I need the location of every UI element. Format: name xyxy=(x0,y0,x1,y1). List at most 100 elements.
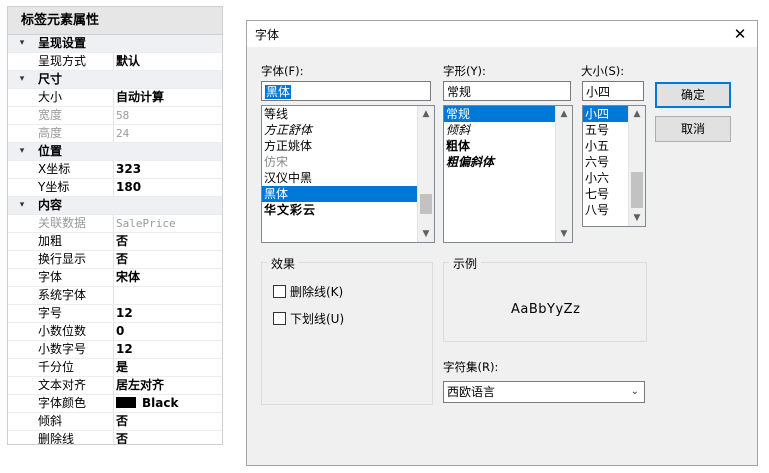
chevron-down-icon[interactable]: ▾ xyxy=(16,143,28,160)
properties-panel: 标签元素属性 ▾ 呈现设置 呈现方式 默认 ▾ 尺寸 大小 自动计算 宽度 58… xyxy=(7,6,223,445)
property-row[interactable]: 删除线 否 xyxy=(8,431,222,445)
property-row[interactable]: 换行显示 否 xyxy=(8,251,222,269)
property-value[interactable]: 自动计算 xyxy=(116,89,218,106)
list-item[interactable]: 方正舒体 xyxy=(262,122,434,138)
property-row[interactable]: 倾斜 否 xyxy=(8,413,222,431)
scroll-thumb[interactable] xyxy=(631,172,643,208)
category-size[interactable]: ▾ 尺寸 xyxy=(8,71,222,89)
property-value[interactable]: 默认 xyxy=(116,53,218,70)
property-value: 24 xyxy=(116,127,130,140)
cancel-button[interactable]: 取消 xyxy=(655,116,731,142)
sample-text: AaBbYyZz xyxy=(511,302,581,317)
property-row[interactable]: 大小 自动计算 xyxy=(8,89,222,107)
size-label: 大小(S): xyxy=(581,64,625,78)
property-value[interactable]: 否 xyxy=(116,251,218,268)
chevron-down-icon[interactable]: ▾ xyxy=(16,197,28,214)
scroll-up-icon[interactable]: ▲ xyxy=(418,106,434,122)
style-list-scrollbar[interactable]: ▲ ▼ xyxy=(555,106,572,242)
property-row[interactable]: 千分位 是 xyxy=(8,359,222,377)
panel-title: 标签元素属性 xyxy=(8,7,222,35)
style-list[interactable]: 常规 倾斜 粗体 粗偏斜体 ▲ ▼ xyxy=(443,105,573,243)
property-row[interactable]: 系统字体 xyxy=(8,287,222,305)
property-key: 字体 xyxy=(38,270,63,284)
property-value[interactable]: Black xyxy=(116,395,218,412)
list-item[interactable]: 等线 xyxy=(262,106,434,122)
list-item[interactable]: 粗偏斜体 xyxy=(444,154,572,170)
close-icon[interactable]: ✕ xyxy=(723,21,757,47)
scroll-down-icon[interactable]: ▼ xyxy=(418,226,434,242)
list-item[interactable]: 华文彩云 xyxy=(262,202,434,218)
property-row[interactable]: 字体 宋体 xyxy=(8,269,222,287)
chevron-down-icon[interactable]: ▾ xyxy=(16,35,28,52)
size-list-scrollbar[interactable]: ▲ ▼ xyxy=(628,106,645,226)
property-key: 千分位 xyxy=(38,360,75,374)
property-key: 删除线 xyxy=(38,432,75,445)
scroll-up-icon[interactable]: ▲ xyxy=(629,106,645,122)
category-label: 呈现设置 xyxy=(38,36,87,50)
property-value[interactable]: 12 xyxy=(116,305,218,322)
property-value[interactable]: 否 xyxy=(116,233,218,250)
property-row[interactable]: X坐标 323 xyxy=(8,161,222,179)
category-position[interactable]: ▾ 位置 xyxy=(8,143,222,161)
list-item[interactable]: 粗体 xyxy=(444,138,572,154)
property-value[interactable]: 323 xyxy=(116,161,218,178)
property-row[interactable]: 字体颜色 Black xyxy=(8,395,222,413)
list-item[interactable]: 仿宋 xyxy=(262,154,434,170)
size-input[interactable]: 小四 xyxy=(582,81,644,101)
checkbox-box[interactable] xyxy=(273,285,286,298)
property-row[interactable]: 字号 12 xyxy=(8,305,222,323)
category-content[interactable]: ▾ 内容 xyxy=(8,197,222,215)
scroll-down-icon[interactable]: ▼ xyxy=(556,226,572,242)
scroll-thumb[interactable] xyxy=(420,194,432,214)
property-value[interactable]: 宋体 xyxy=(116,269,218,286)
charset-select[interactable]: 西欧语言 ⌄ xyxy=(443,381,645,403)
property-value[interactable]: 12 xyxy=(116,341,218,358)
category-label: 位置 xyxy=(38,144,63,158)
property-key: 倾斜 xyxy=(38,414,63,428)
property-row[interactable]: 加粗 否 xyxy=(8,233,222,251)
property-value[interactable]: 0 xyxy=(116,323,218,340)
property-row: 宽度 58 xyxy=(8,107,222,125)
charset-value: 西欧语言 xyxy=(447,385,496,399)
property-value[interactable]: 180 xyxy=(116,179,218,196)
font-list-scrollbar[interactable]: ▲ ▼ xyxy=(417,106,434,242)
property-value[interactable]: 否 xyxy=(116,431,218,444)
dialog-titlebar[interactable]: 字体 ✕ xyxy=(247,21,757,47)
property-row[interactable]: Y坐标 180 xyxy=(8,179,222,197)
property-value[interactable]: 是 xyxy=(116,359,218,376)
size-input-value: 小四 xyxy=(586,85,611,99)
property-key: 字体颜色 xyxy=(38,396,87,410)
property-value[interactable]: 否 xyxy=(116,413,218,430)
font-input[interactable]: 黑体 xyxy=(261,81,431,101)
list-item[interactable]: 方正姚体 xyxy=(262,138,434,154)
property-row[interactable]: 呈现方式 默认 xyxy=(8,53,222,71)
chevron-down-icon[interactable]: ⌄ xyxy=(631,382,639,402)
checkbox-box[interactable] xyxy=(273,312,286,325)
style-input[interactable]: 常规 xyxy=(443,81,571,101)
list-item[interactable]: 倾斜 xyxy=(444,122,572,138)
list-item[interactable]: 汉仪中黑 xyxy=(262,170,434,186)
property-row[interactable]: 文本对齐 居左对齐 xyxy=(8,377,222,395)
scroll-down-icon[interactable]: ▼ xyxy=(629,210,645,226)
size-list[interactable]: 小四 五号 小五 六号 小六 七号 八号 ▲ ▼ xyxy=(582,105,646,227)
font-dialog: 字体 ✕ 字体(F): 黑体 等线 方正舒体 方正姚体 仿宋 汉仪中黑 黑体 华… xyxy=(246,20,758,466)
underline-checkbox[interactable]: 下划线(U) xyxy=(273,312,344,326)
strikeout-checkbox[interactable]: 删除线(K) xyxy=(273,285,343,299)
property-key: 字号 xyxy=(38,306,63,320)
list-item-selected[interactable]: 常规 xyxy=(444,106,572,122)
color-name: Black xyxy=(142,396,179,410)
scroll-up-icon[interactable]: ▲ xyxy=(556,106,572,122)
category-presentation[interactable]: ▾ 呈现设置 xyxy=(8,35,222,53)
list-item-selected[interactable]: 黑体 xyxy=(262,186,434,202)
property-row[interactable]: 小数位数 0 xyxy=(8,323,222,341)
property-value[interactable]: 居左对齐 xyxy=(116,377,218,394)
property-row: 高度 24 xyxy=(8,125,222,143)
font-list[interactable]: 等线 方正舒体 方正姚体 仿宋 汉仪中黑 黑体 华文彩云 ▲ ▼ xyxy=(261,105,435,243)
underline-label: 下划线(U) xyxy=(290,312,345,326)
chevron-down-icon[interactable]: ▾ xyxy=(16,71,28,88)
list-item-selected[interactable]: 小四 xyxy=(583,106,628,122)
ok-button[interactable]: 确定 xyxy=(655,82,731,108)
style-label: 字形(Y): xyxy=(443,64,486,78)
style-input-value: 常规 xyxy=(447,85,472,99)
property-row[interactable]: 小数字号 12 xyxy=(8,341,222,359)
